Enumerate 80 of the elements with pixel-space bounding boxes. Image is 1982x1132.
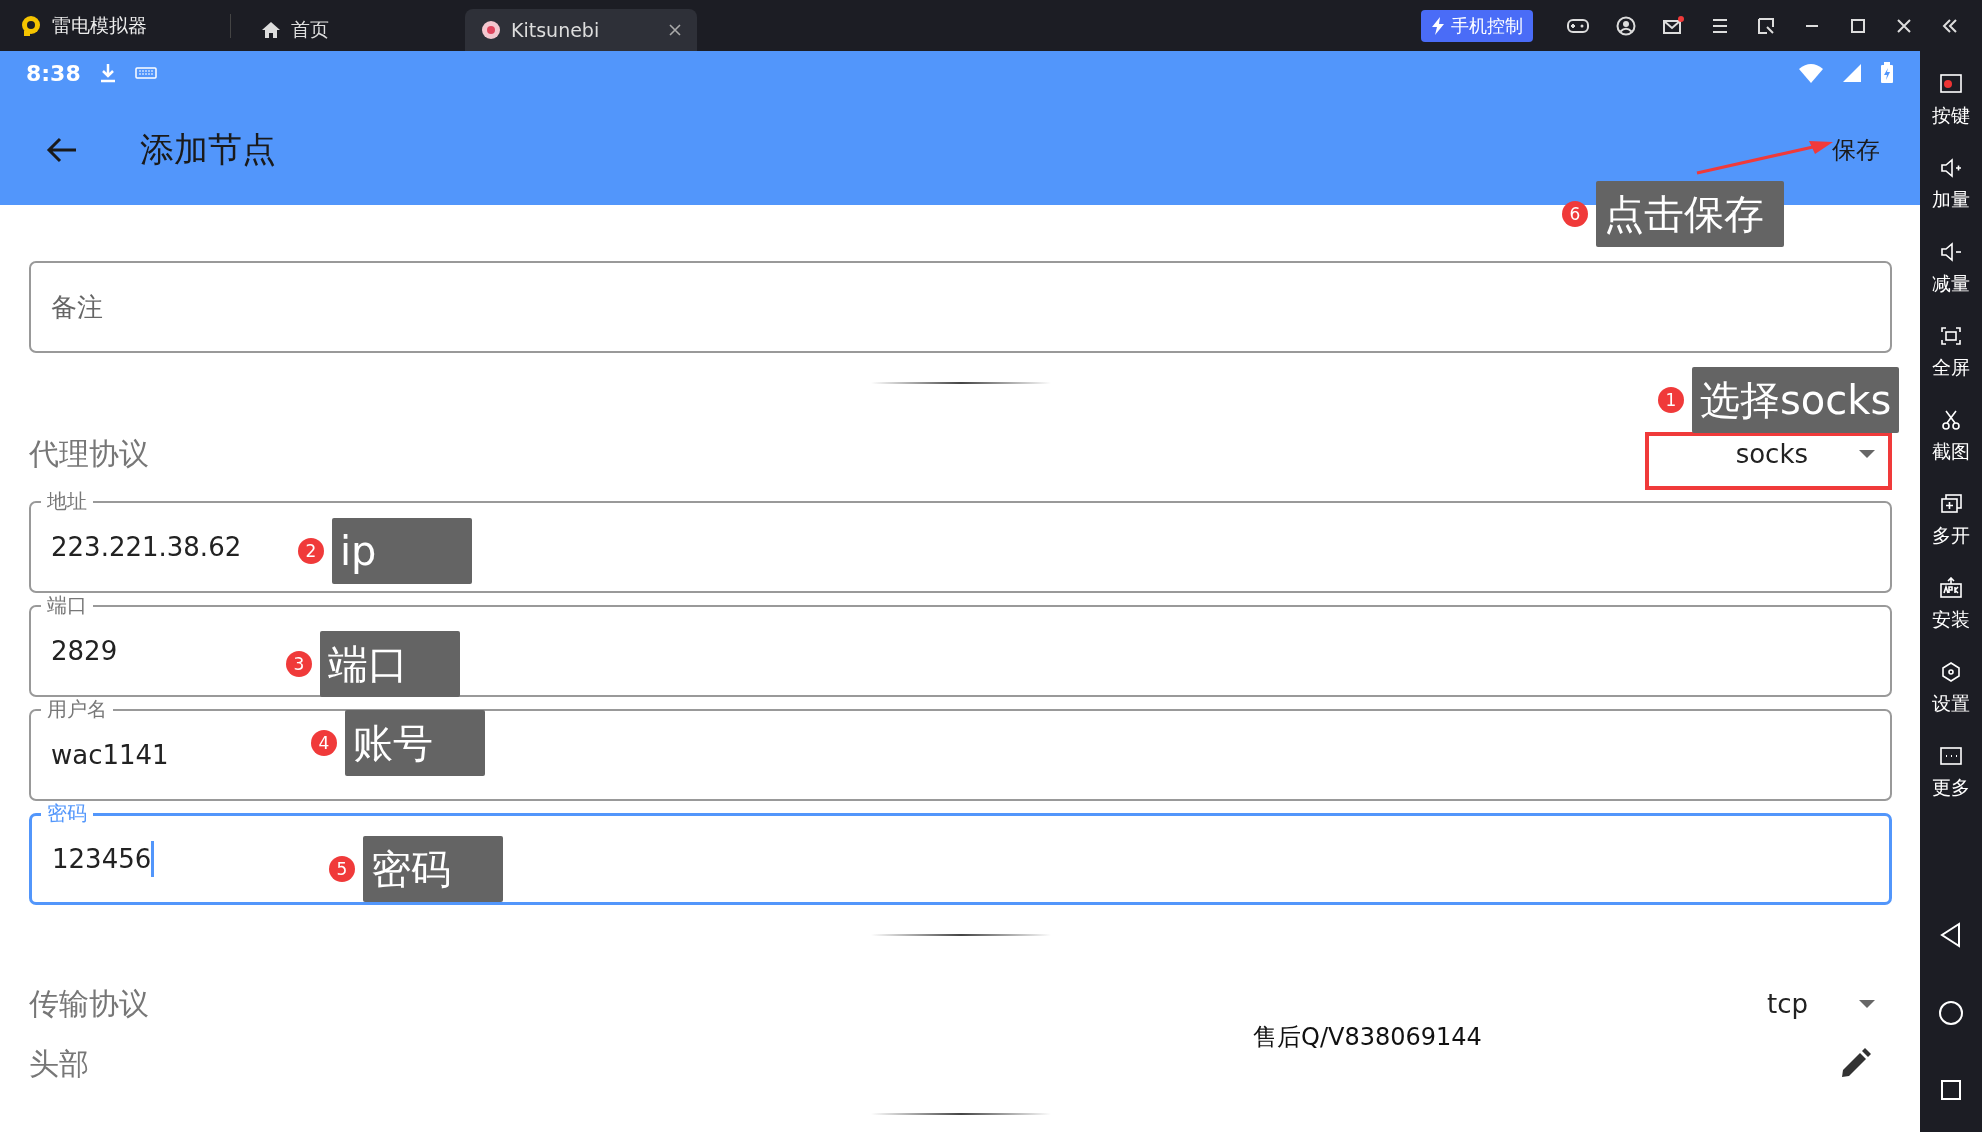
fullscreen-icon bbox=[1939, 325, 1963, 347]
toolbar-item[interactable]: 安装 bbox=[1932, 577, 1970, 661]
step-number: 5 bbox=[329, 856, 355, 882]
callout-label: 选择socks bbox=[1692, 367, 1900, 433]
field-value: 2829 bbox=[51, 636, 118, 666]
back-arrow-icon[interactable] bbox=[46, 136, 78, 164]
field-label: 用户名 bbox=[41, 697, 113, 721]
toolbar-label: 设置 bbox=[1932, 691, 1970, 716]
callout-label: 账号 bbox=[345, 710, 485, 776]
field-value: wac1141 bbox=[51, 740, 169, 770]
close-tab-icon[interactable] bbox=[669, 24, 681, 36]
clock-time: 8:38 bbox=[26, 60, 81, 86]
callout-label: 点击保存 bbox=[1596, 181, 1784, 247]
toolbar-item[interactable]: 截图 bbox=[1932, 409, 1970, 493]
lightning-icon bbox=[1431, 16, 1445, 35]
field-label: 地址 bbox=[41, 489, 93, 513]
toolbar-item[interactable]: 更多 bbox=[1932, 745, 1970, 829]
home-icon bbox=[261, 21, 281, 39]
page-title: 添加节点 bbox=[140, 128, 276, 171]
mail-icon[interactable] bbox=[1662, 15, 1684, 36]
header-label: 头部 bbox=[29, 1044, 89, 1083]
tab[interactable]: Kitsunebi bbox=[465, 9, 697, 51]
more-icon bbox=[1939, 745, 1963, 767]
contact-note: 售后Q/V838069144 bbox=[1253, 1022, 1482, 1053]
home-icon[interactable] bbox=[1938, 1000, 1964, 1026]
toolbar-item[interactable]: 设置 bbox=[1932, 661, 1970, 745]
resize-icon[interactable] bbox=[1756, 15, 1776, 36]
step-number: 2 bbox=[298, 538, 324, 564]
signal-icon bbox=[1842, 63, 1862, 83]
vol-up-icon bbox=[1939, 157, 1963, 179]
toolbar-item[interactable]: 减量 bbox=[1932, 241, 1970, 325]
apk-icon bbox=[1939, 577, 1963, 599]
battery-icon bbox=[1880, 62, 1894, 84]
step-number: 4 bbox=[311, 730, 337, 756]
app-name: 雷电模拟器 bbox=[52, 12, 147, 38]
toolbar-label: 全屏 bbox=[1932, 355, 1970, 380]
step-number: 6 bbox=[1562, 201, 1588, 227]
keyboard-icon bbox=[134, 66, 157, 80]
field-value: 123456 bbox=[52, 841, 155, 877]
remark-field[interactable]: 备注 bbox=[29, 261, 1892, 353]
toolbar-label: 更多 bbox=[1932, 775, 1970, 800]
proxy-protocol-label: 代理协议 bbox=[29, 434, 149, 473]
field-label: 端口 bbox=[41, 593, 93, 617]
dropdown-caret-icon bbox=[1858, 449, 1876, 459]
field-label: 密码 bbox=[41, 801, 93, 825]
protocol-dropdown[interactable]: socks bbox=[1735, 441, 1892, 467]
phone-control-button[interactable]: 手机控制 bbox=[1421, 9, 1533, 42]
toolbar-item[interactable]: 按键 bbox=[1932, 73, 1970, 157]
transport-dropdown[interactable]: tcp bbox=[1767, 991, 1892, 1017]
toolbar-item[interactable]: 全屏 bbox=[1932, 325, 1970, 409]
toolbar-label: 按键 bbox=[1932, 103, 1970, 128]
wifi-icon bbox=[1798, 63, 1824, 83]
settings-icon bbox=[1939, 661, 1963, 683]
transport-protocol-label: 传输协议 bbox=[29, 984, 149, 1023]
multi-icon bbox=[1939, 493, 1963, 515]
app-icon bbox=[481, 20, 501, 40]
user-icon[interactable] bbox=[1616, 15, 1636, 36]
recents-icon[interactable] bbox=[1939, 1078, 1963, 1102]
vol-down-icon bbox=[1939, 241, 1963, 263]
toolbar-label: 加量 bbox=[1932, 187, 1970, 212]
callout-label: ip bbox=[332, 518, 472, 584]
logo-icon bbox=[20, 14, 42, 37]
callout-label: 端口 bbox=[320, 631, 460, 697]
save-button[interactable]: 保存 bbox=[1826, 128, 1886, 172]
tab[interactable]: 首页 bbox=[245, 9, 345, 51]
scissors-icon bbox=[1939, 409, 1963, 431]
back-icon[interactable] bbox=[1939, 922, 1963, 948]
step-number: 3 bbox=[286, 651, 312, 677]
dropdown-caret-icon bbox=[1858, 999, 1876, 1009]
toolbar-label: 减量 bbox=[1932, 271, 1970, 296]
toolbar-item[interactable]: 加量 bbox=[1932, 157, 1970, 241]
step-number: 1 bbox=[1658, 387, 1684, 413]
callout-label: 密码 bbox=[363, 836, 503, 902]
field-value: 223.221.38.62 bbox=[51, 532, 242, 562]
toolbar-label: 安装 bbox=[1932, 607, 1970, 632]
toolbar-label: 截图 bbox=[1932, 439, 1970, 464]
toolbar-label: 多开 bbox=[1932, 523, 1970, 548]
keys-icon bbox=[1939, 73, 1963, 95]
toolbar-item[interactable]: 多开 bbox=[1932, 493, 1970, 577]
download-icon bbox=[98, 62, 117, 84]
